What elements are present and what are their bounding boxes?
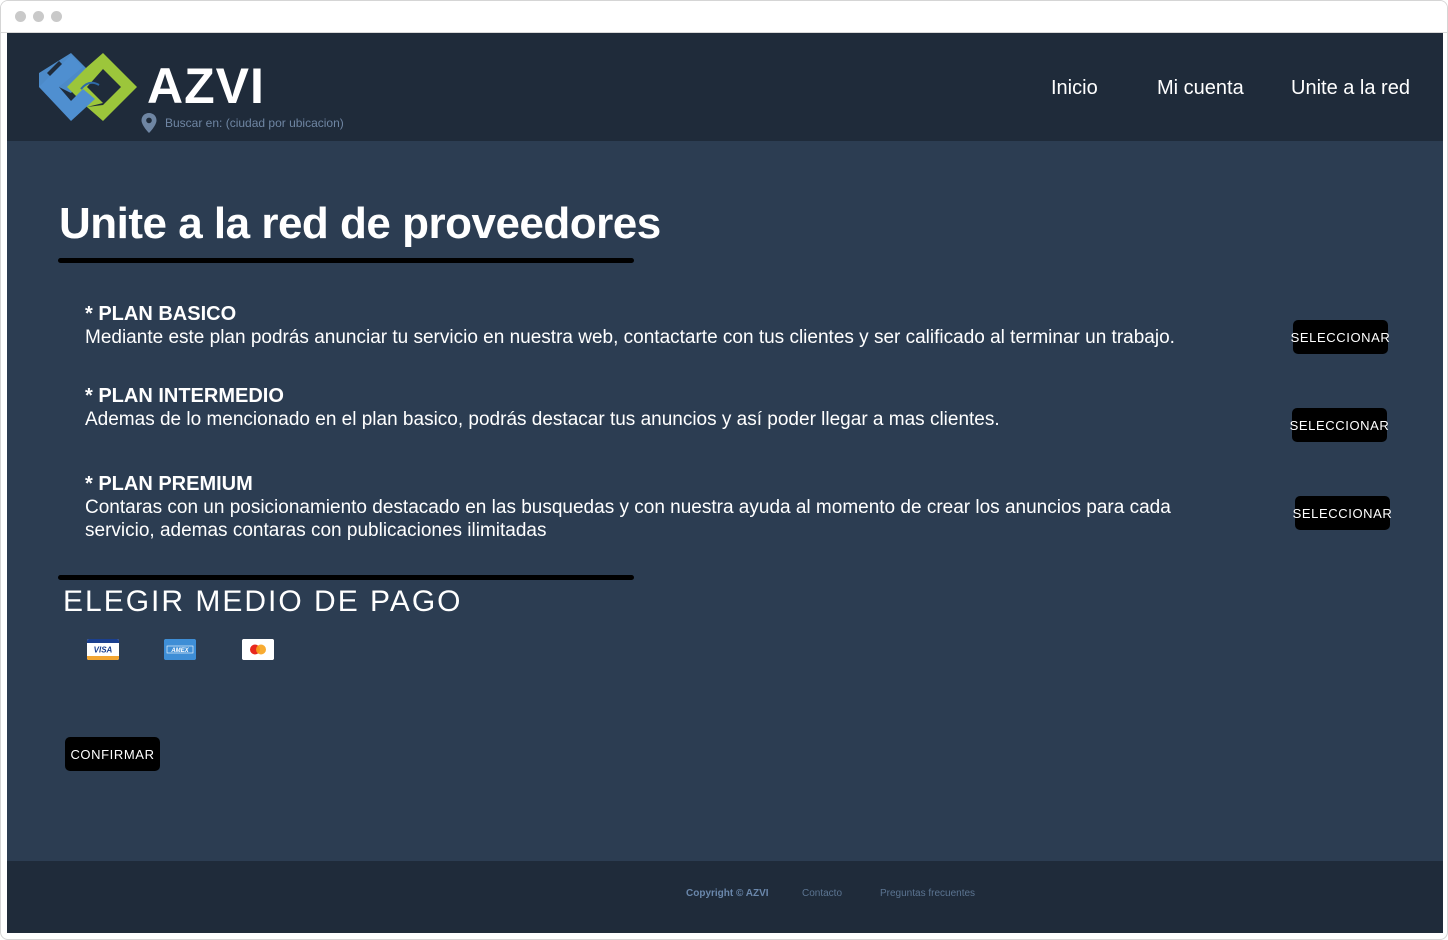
location-search-text: Buscar en: (ciudad por ubicacion) [165, 116, 344, 130]
amex-card-icon[interactable]: AMEX [164, 639, 196, 660]
plan-description: Ademas de lo mencionado en el plan basic… [85, 409, 1000, 430]
plan-description: Contaras con un posicionamiento destacad… [85, 497, 1171, 541]
plan-description: Mediante este plan podrás anunciar tu se… [85, 327, 1175, 348]
mastercard-card-icon[interactable] [242, 639, 274, 660]
page-viewport: AZVI Buscar en: (ciudad por ubicacion) I… [7, 33, 1443, 933]
select-plan-basico-button[interactable]: SELECCIONAR [1291, 320, 1390, 354]
plan-name: * PLAN PREMIUM [85, 473, 253, 495]
select-plan-premium-button[interactable]: SELECCIONAR [1293, 496, 1392, 530]
footer-link-contacto[interactable]: Contacto [802, 888, 842, 899]
window-close-dot[interactable] [15, 11, 26, 22]
plan-premium: * PLAN PREMIUM Contaras con un posiciona… [85, 473, 1225, 542]
visa-card-label: VISA [94, 646, 113, 655]
location-pin-icon [141, 113, 157, 133]
nav-inicio[interactable]: Inicio [1051, 77, 1098, 100]
payment-section-title: ELEGIR MEDIO DE PAGO [63, 585, 463, 618]
page-title: Unite a la red de proveedores [59, 199, 661, 248]
plan-name: * PLAN INTERMEDIO [85, 385, 284, 407]
browser-title-bar [1, 1, 1447, 33]
title-divider [58, 258, 634, 263]
payment-divider [58, 575, 634, 580]
browser-window: AZVI Buscar en: (ciudad por ubicacion) I… [0, 0, 1448, 940]
brand-name[interactable]: AZVI [147, 57, 265, 115]
confirm-button[interactable]: CONFIRMAR [65, 737, 160, 771]
visa-card-icon[interactable]: VISA [87, 639, 119, 660]
azvi-logo-icon[interactable] [37, 51, 139, 123]
plan-name: * PLAN BASICO [85, 303, 237, 325]
footer-copyright: Copyright © AZVI [686, 888, 769, 899]
window-maximize-dot[interactable] [51, 11, 62, 22]
site-header: AZVI Buscar en: (ciudad por ubicacion) I… [7, 33, 1443, 141]
amex-card-label: AMEX [170, 648, 189, 654]
plan-intermedio: * PLAN INTERMEDIO Ademas de lo mencionad… [85, 385, 1225, 431]
location-search[interactable]: Buscar en: (ciudad por ubicacion) [141, 113, 344, 133]
plan-basico: * PLAN BASICO Mediante este plan podrás … [85, 303, 1225, 349]
nav-mi-cuenta[interactable]: Mi cuenta [1157, 77, 1244, 100]
footer-link-preguntas-frecuentes[interactable]: Preguntas frecuentes [880, 888, 975, 899]
select-plan-intermedio-button[interactable]: SELECCIONAR [1290, 408, 1389, 442]
nav-unite-a-la-red[interactable]: Unite a la red [1291, 77, 1410, 100]
site-footer: Copyright © AZVI Contacto Preguntas frec… [7, 861, 1443, 933]
window-minimize-dot[interactable] [33, 11, 44, 22]
